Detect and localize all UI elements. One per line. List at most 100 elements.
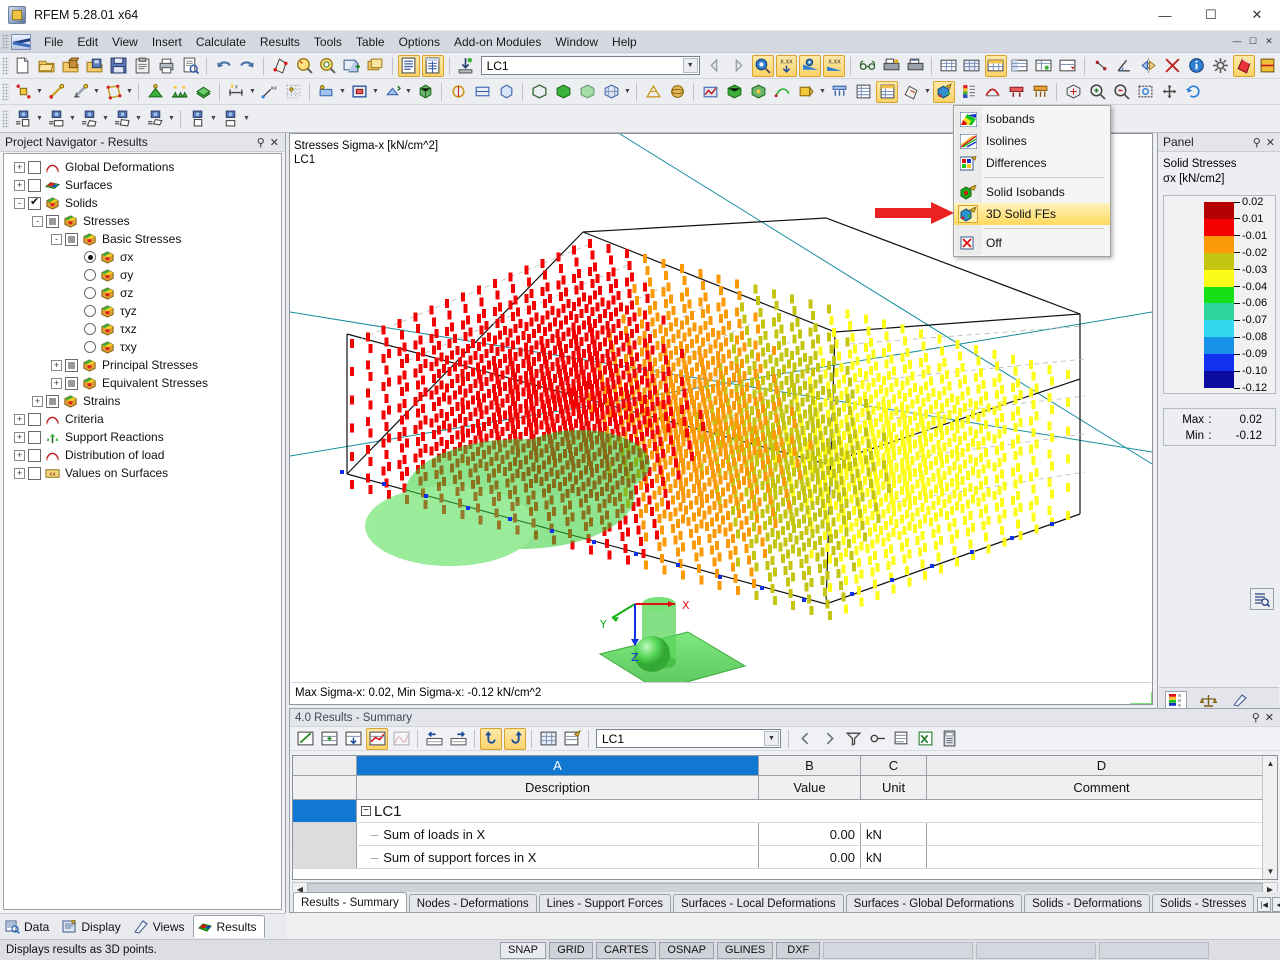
table-next-column-button[interactable] [447, 728, 469, 750]
results-table-grid[interactable]: A B C D Description Value Unit Comment −… [292, 755, 1278, 880]
loads-view-button[interactable] [828, 81, 850, 103]
render-surface-button[interactable] [269, 55, 291, 77]
fe-mesh-button[interactable] [642, 81, 664, 103]
pin-icon[interactable]: ⚲ [1252, 711, 1260, 724]
tree-item-equivalent-stresses[interactable]: + Equivalent Stresses [4, 374, 281, 392]
move-button[interactable] [381, 81, 403, 103]
intersect-button[interactable] [1161, 55, 1183, 77]
table-edit-button[interactable] [561, 728, 583, 750]
table-view-5-button[interactable] [1033, 55, 1055, 77]
maximize-button[interactable]: ☐ [1188, 0, 1234, 31]
table-grid-button[interactable] [537, 728, 559, 750]
column-letter-a[interactable]: A [357, 756, 759, 775]
iso-cube-button[interactable] [723, 81, 745, 103]
surface-select-button[interactable] [471, 81, 493, 103]
tree-item-support-reactions[interactable]: + Support Reactions [4, 428, 281, 446]
expander-icon[interactable]: + [51, 378, 62, 389]
expander-icon[interactable]: - [32, 216, 43, 227]
print-table-button[interactable] [904, 55, 926, 77]
t ree-item-values-on-surfaces[interactable]: + xx Values on Surfaces [4, 464, 281, 482]
menu-view[interactable]: View [105, 33, 145, 51]
save-button[interactable] [108, 55, 130, 77]
table-view-2-button[interactable] [961, 55, 983, 77]
table-goto-prev-button[interactable] [794, 728, 816, 750]
visibility-solid-button[interactable] [144, 108, 166, 130]
show-diagram-button[interactable] [799, 55, 821, 77]
dimension-button[interactable]: X [225, 81, 247, 103]
new-window-button[interactable] [341, 55, 363, 77]
column-letter-b[interactable]: B [759, 756, 861, 775]
tree-item-tau-yz[interactable]: τyz [4, 302, 281, 320]
table-insert-row-button[interactable] [318, 728, 340, 750]
checkbox[interactable] [65, 377, 78, 390]
solid-select-button[interactable] [495, 81, 517, 103]
surface-load-dropdown-arrow-icon[interactable]: ▼ [338, 82, 347, 102]
menu-insert[interactable]: Insert [145, 33, 189, 51]
zoom-window-button[interactable] [1134, 81, 1156, 103]
tab-solids-deformations[interactable]: Solids - Deformations [1024, 894, 1150, 912]
new-surface-button[interactable] [102, 81, 124, 103]
new-node-dropdown-arrow-icon[interactable]: ▼ [35, 82, 44, 102]
new-node-button[interactable] [12, 81, 34, 103]
view-group-2-button[interactable] [219, 108, 241, 130]
result-diagram-button[interactable] [699, 81, 721, 103]
surface-load-button[interactable] [315, 81, 337, 103]
comment-button[interactable]: xx [258, 81, 280, 103]
new-member-dropdown-arrow-icon[interactable]: ▼ [92, 82, 101, 102]
close-icon[interactable]: ✕ [1266, 136, 1275, 149]
checkbox[interactable] [65, 233, 78, 246]
menu-results[interactable]: Results [253, 33, 307, 51]
new-surface-dropdown-arrow-icon[interactable]: ▼ [125, 82, 134, 102]
column-letter-c[interactable]: C [861, 756, 927, 775]
visibility-surface-button[interactable] [111, 108, 133, 130]
visibility-surface-dropdown-arrow-icon[interactable]: ▼ [134, 109, 143, 129]
visibility-node-dropdown-arrow-icon[interactable]: ▼ [35, 109, 44, 129]
view-group-1-dropdown-arrow-icon[interactable]: ▼ [209, 109, 218, 129]
nodal-support-button[interactable] [144, 81, 166, 103]
table-prev-column-button[interactable] [423, 728, 445, 750]
new-file-button[interactable] [12, 55, 34, 77]
open-model-button[interactable] [84, 55, 106, 77]
radio-button[interactable] [84, 305, 96, 317]
mdi-restore-button[interactable]: ☐ [1246, 35, 1260, 49]
rendering-button[interactable] [1233, 55, 1255, 77]
color-legend[interactable]: 0.020.01-0.01-0.02-0.03-0.04-0.06-0.07-0… [1163, 195, 1276, 394]
color-scale-button[interactable] [957, 81, 979, 103]
previous-case-button[interactable] [704, 55, 726, 77]
menubar-grip[interactable] [2, 34, 9, 50]
tree-item-basic-stresses[interactable]: - Basic Stresses [4, 230, 281, 248]
row-selector[interactable] [293, 846, 357, 868]
expander-icon[interactable]: - [51, 234, 62, 245]
menu-item-differences[interactable]: Differences [954, 152, 1110, 174]
expander-icon[interactable]: + [14, 414, 25, 425]
tab-first-button[interactable]: |◀ [1257, 897, 1271, 912]
status-toggle-osnap[interactable]: OSNAP [659, 942, 714, 959]
line-support-button[interactable] [168, 81, 190, 103]
transparent-render-button[interactable] [576, 81, 598, 103]
radio-button[interactable] [84, 287, 96, 299]
table-settings-button[interactable] [1057, 55, 1079, 77]
new-line-button[interactable] [45, 81, 67, 103]
show-grid-table-button[interactable] [422, 55, 444, 77]
menu-tools[interactable]: Tools [307, 33, 349, 51]
mdi-minimize-button[interactable]: — [1230, 35, 1244, 49]
radio-button[interactable] [84, 269, 96, 281]
view-cube-button[interactable] [414, 81, 436, 103]
scroll-up-icon[interactable]: ▲ [1263, 756, 1278, 771]
rotate-view-button[interactable] [1182, 81, 1204, 103]
results-display-dropdown-menu[interactable]: Isobands Isolines Differences Solid Isob… [953, 105, 1111, 257]
tree-item-sigma-z[interactable]: σz [4, 284, 281, 302]
print-report-button[interactable] [880, 55, 902, 77]
table-print-button[interactable] [890, 728, 912, 750]
view-group-2-dropdown-arrow-icon[interactable]: ▼ [242, 109, 251, 129]
tab-results-summary[interactable]: Results - Summary [293, 892, 407, 912]
status-toggle-dxf[interactable]: DXF [776, 942, 820, 959]
panel-detail-zoom-button[interactable] [1250, 588, 1274, 610]
line-result-button[interactable] [771, 81, 793, 103]
color-render-button[interactable] [1257, 55, 1279, 77]
open-project-button[interactable] [60, 55, 82, 77]
tab-prev-button[interactable]: ◀ [1272, 897, 1280, 912]
window-arrange-button[interactable] [365, 55, 387, 77]
menu-help[interactable]: Help [605, 33, 644, 51]
view-zoom-all-button[interactable] [1062, 81, 1084, 103]
